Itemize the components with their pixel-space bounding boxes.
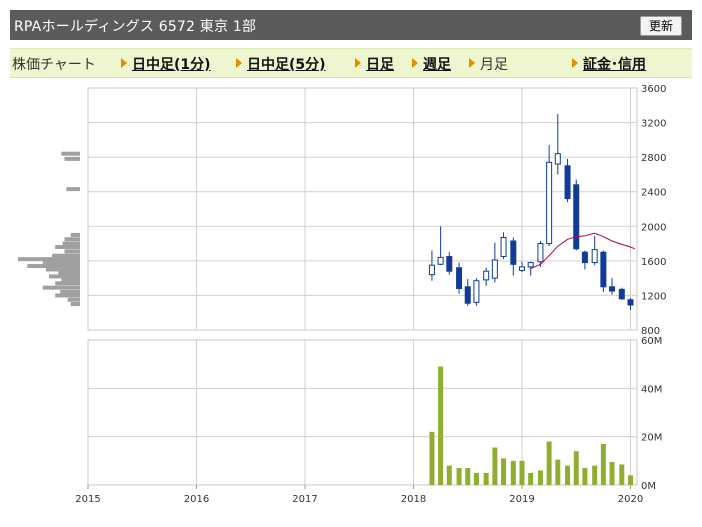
price-panel <box>87 87 638 331</box>
price-volume-bar <box>64 156 80 161</box>
candle-up <box>527 262 534 268</box>
price-volume-bar <box>61 277 80 282</box>
volume-tick-label: 20M <box>641 433 662 444</box>
volume-bar <box>456 468 462 485</box>
x-tick-label: 2015 <box>75 494 100 505</box>
candle-down <box>564 165 571 200</box>
candle-down <box>618 288 625 300</box>
price-volume-bar <box>52 253 80 258</box>
price-volume-bar <box>27 264 80 269</box>
price-volume-bar <box>62 241 80 246</box>
price-volume-bar <box>18 257 80 262</box>
candle-up <box>500 237 507 258</box>
price-volume-bar <box>45 267 80 272</box>
price-volume-bar <box>67 297 80 302</box>
volume-bar <box>600 443 606 485</box>
volume-bar <box>483 472 489 485</box>
price-volume-bar <box>55 281 80 286</box>
volume-bar <box>546 441 552 485</box>
price-volume-bar <box>64 249 80 254</box>
volume-bar <box>446 465 452 485</box>
price-volume-bar <box>61 151 80 156</box>
x-tick-label: 2020 <box>618 494 643 505</box>
price-tick-label: 2800 <box>641 153 666 164</box>
candle-up <box>473 280 480 303</box>
candle-down <box>609 286 616 292</box>
price-tick-label: 3200 <box>641 119 666 130</box>
price-volume-bar <box>49 274 80 279</box>
price-tick-label: 1200 <box>641 291 666 302</box>
candle-up <box>437 256 444 265</box>
candle-down <box>464 286 471 304</box>
candle-down <box>600 251 607 288</box>
volume-bar <box>619 464 625 485</box>
price-tick-label: 1600 <box>641 257 666 268</box>
volume-bar <box>537 470 543 485</box>
volume-bar <box>510 460 516 485</box>
candle-up <box>518 266 525 271</box>
price-volume-bar <box>66 187 80 192</box>
price-tick-label: 2000 <box>641 222 666 233</box>
price-volume-bar <box>55 245 80 250</box>
volume-bar <box>465 468 471 485</box>
x-tick-label: 2017 <box>292 494 317 505</box>
candle-down <box>581 251 588 264</box>
volume-bar <box>492 447 498 485</box>
volume-bar <box>592 465 598 485</box>
candle-up <box>591 249 598 264</box>
price-tick-label: 3600 <box>641 84 666 95</box>
volume-bar <box>555 459 561 485</box>
candle-down <box>510 240 517 265</box>
x-tick-label: 2016 <box>184 494 209 505</box>
candle-up <box>537 243 544 263</box>
x-tick-label: 2019 <box>509 494 534 505</box>
volume-bar <box>627 475 633 485</box>
volume-bar <box>582 468 588 485</box>
volume-tick-label: 60M <box>641 336 662 347</box>
candle-up <box>554 153 561 165</box>
candle-up <box>546 161 553 245</box>
stock-chart: 2015 2016 2017 2018 2019 2020 3600 3200 2800 2400… <box>18 84 666 505</box>
x-tick-label: 2018 <box>401 494 426 505</box>
candle-up <box>428 264 435 276</box>
candle-down <box>446 256 453 272</box>
volume-panel <box>87 339 638 486</box>
price-volume-bar <box>42 285 80 290</box>
candle-down <box>456 267 463 290</box>
volume-bar <box>473 472 479 485</box>
volume-bar <box>501 458 507 485</box>
price-volume-bar <box>58 270 80 275</box>
volume-tick-label: 0M <box>641 481 656 492</box>
volume-bar <box>438 366 444 485</box>
price-volume-bar <box>64 237 80 242</box>
candle-up <box>491 259 498 279</box>
volume-bar <box>429 431 435 485</box>
candle-down <box>573 184 580 250</box>
price-volume-bar <box>42 260 80 265</box>
candle-down <box>627 299 634 306</box>
price-volume-bar <box>55 293 80 298</box>
volume-bar <box>573 451 579 485</box>
price-volume-bar <box>70 302 80 307</box>
volume-bar <box>565 465 571 485</box>
volume-tick-label: 40M <box>641 384 662 395</box>
volume-bar <box>519 460 525 485</box>
price-volume-bar <box>60 289 80 294</box>
candle-up <box>483 270 490 281</box>
price-tick-label: 2400 <box>641 188 666 199</box>
price-volume-bar <box>70 232 80 237</box>
volume-bar <box>528 472 534 485</box>
volume-bar <box>609 462 615 485</box>
